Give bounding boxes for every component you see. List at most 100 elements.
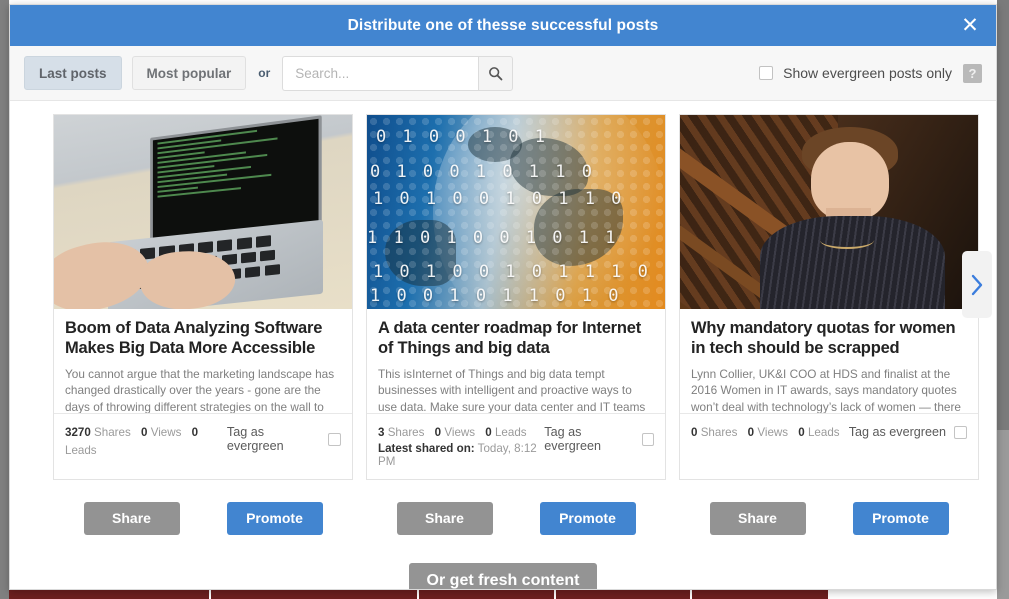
post-stats-block: 3270 Shares 0 Views 0 Leads	[65, 424, 227, 460]
binary-row: 1 0 1 0 0 1 0 1 1 0	[372, 188, 625, 209]
post-stats-block: 0 Shares 0 Views 0 Leads	[691, 424, 840, 442]
post-card[interactable]: Why mandatory quotas for women in tech s…	[679, 114, 979, 480]
post-title: Boom of Data Analyzing Software Makes Bi…	[65, 319, 323, 357]
show-evergreen-label: Show evergreen posts only	[783, 65, 952, 81]
leads-label: Leads	[807, 426, 840, 439]
views-count: 0	[747, 426, 755, 439]
actions-row: Share Promote Share Promote Share Promot…	[10, 501, 996, 535]
views-label: Views	[444, 426, 476, 439]
next-posts-button[interactable]	[962, 251, 992, 318]
page-background-left	[0, 0, 9, 599]
post-body: A data center roadmap for Internet of Th…	[367, 309, 665, 413]
shares-label: Shares	[387, 426, 425, 439]
page-background-right	[997, 0, 1009, 599]
binary-row: 0 1 0 0 1 0 1 1 0	[369, 161, 595, 182]
tag-evergreen-group: Tag as evergreen	[544, 424, 654, 453]
post-stats: 3 Shares 0 Views 0 Leads	[378, 424, 544, 442]
page-scrollbar[interactable]	[997, 0, 1009, 430]
post-footer: 0 Shares 0 Views 0 Leads Tag as evergree…	[680, 413, 978, 458]
cards-area: Boom of Data Analyzing Software Makes Bi…	[10, 101, 996, 589]
tab-last-posts[interactable]: Last posts	[24, 56, 122, 90]
tab-most-popular-label: Most popular	[146, 65, 232, 81]
tab-last-posts-label: Last posts	[39, 65, 107, 81]
post-actions: Share Promote	[679, 501, 979, 535]
tag-evergreen-checkbox[interactable]	[641, 432, 654, 446]
views-label: Views	[757, 426, 789, 439]
tag-evergreen-label: Tag as evergreen	[544, 425, 602, 453]
leads-count: 0	[191, 426, 199, 439]
post-stats-block: 3 Shares 0 Views 0 Leads Latest shared o…	[378, 424, 544, 468]
post-footer: 3270 Shares 0 Views 0 Leads Tag as everg…	[54, 413, 352, 471]
post-description: You cannot argue that the marketing land…	[65, 366, 335, 413]
post-footer: 3 Shares 0 Views 0 Leads Latest shared o…	[367, 413, 665, 479]
post-title: A data center roadmap for Internet of Th…	[378, 319, 642, 357]
tag-evergreen-group: Tag as evergreen	[227, 424, 341, 453]
modal-header: Distribute one of thesse successful post…	[10, 5, 996, 46]
chevron-right-icon	[971, 274, 983, 295]
shares-label: Shares	[94, 426, 131, 439]
latest-shared: Latest shared on: Today, 8:12 PM	[378, 442, 544, 468]
post-description: This isInternet of Things and big data t…	[378, 366, 646, 413]
share-button[interactable]: Share	[83, 501, 180, 535]
get-fresh-content-button[interactable]: Or get fresh content	[408, 562, 598, 589]
post-card[interactable]: 0 1 0 0 1 0 1 0 1 0 0 1 0 1 1 0 1 0 1 0 …	[366, 114, 666, 480]
post-actions: Share Promote	[53, 501, 353, 535]
search-button[interactable]	[478, 55, 514, 91]
band-cell	[556, 590, 690, 599]
binary-row: 1 0 1 0 0 1 0 1 1 1 0	[372, 262, 651, 283]
share-button[interactable]: Share	[396, 501, 493, 535]
views-count: 0	[141, 426, 148, 439]
post-thumbnail-laptop	[54, 115, 352, 309]
share-button[interactable]: Share	[709, 501, 806, 535]
toolbar: Last posts Most popular or Show evergree…	[10, 46, 996, 101]
views-label: Views	[150, 426, 182, 439]
or-label: or	[258, 66, 271, 80]
help-icon[interactable]: ?	[963, 63, 982, 83]
portrait-suit	[760, 215, 946, 309]
shares-count: 3	[378, 426, 385, 439]
post-actions: Share Promote	[366, 501, 666, 535]
post-thumbnail-portrait	[680, 115, 978, 309]
shares-count: 0	[691, 426, 698, 439]
views-count: 0	[434, 426, 442, 439]
portrait-necklace	[820, 231, 874, 249]
post-stats: 3270 Shares 0 Views 0 Leads	[65, 424, 227, 460]
post-stats: 0 Shares 0 Views 0 Leads	[691, 424, 840, 442]
post-title: Why mandatory quotas for women in tech s…	[691, 319, 956, 357]
search-icon	[489, 66, 503, 80]
tag-evergreen-checkbox[interactable]	[954, 425, 967, 439]
cards-row: Boom of Data Analyzing Software Makes Bi…	[10, 114, 996, 480]
post-thumbnail-binary: 0 1 0 0 1 0 1 0 1 0 0 1 0 1 1 0 1 0 1 0 …	[367, 115, 665, 309]
distribute-posts-modal: Distribute one of thesse successful post…	[9, 4, 997, 590]
shares-label: Shares	[700, 426, 738, 439]
search-input[interactable]	[282, 55, 479, 91]
tag-evergreen-group: Tag as evergreen	[849, 424, 967, 439]
shares-count: 3270	[65, 426, 91, 439]
band-cell	[9, 590, 209, 599]
leads-count: 0	[485, 426, 492, 439]
leads-count: 0	[798, 426, 805, 439]
promote-button[interactable]: Promote	[852, 501, 949, 535]
band-cell	[692, 590, 828, 599]
modal-title: Distribute one of thesse successful post…	[347, 16, 659, 34]
show-evergreen-checkbox[interactable]	[759, 66, 774, 80]
search-group	[282, 55, 514, 91]
band-cell	[211, 590, 417, 599]
post-body: Why mandatory quotas for women in tech s…	[680, 309, 978, 413]
close-icon[interactable]: ✕	[950, 5, 990, 46]
tab-most-popular[interactable]: Most popular	[131, 56, 247, 90]
post-description: Lynn Collier, UK&I COO at HDS and finali…	[691, 366, 961, 413]
latest-shared-label: Latest shared on:	[378, 441, 475, 455]
binary-row: 1 1 0 1 0 0 1 0 1 1	[367, 227, 619, 248]
leads-label: Leads	[65, 443, 97, 457]
promote-button[interactable]: Promote	[539, 501, 636, 535]
band-row	[9, 590, 997, 599]
tag-evergreen-checkbox[interactable]	[328, 432, 341, 446]
fresh-content-row: Or get fresh content	[10, 562, 996, 589]
promote-button[interactable]: Promote	[226, 501, 323, 535]
tag-evergreen-label: Tag as evergreen	[848, 425, 946, 439]
band-cell	[419, 590, 554, 599]
post-body: Boom of Data Analyzing Software Makes Bi…	[54, 309, 352, 413]
band-cell	[892, 590, 992, 599]
post-card[interactable]: Boom of Data Analyzing Software Makes Bi…	[53, 114, 353, 480]
